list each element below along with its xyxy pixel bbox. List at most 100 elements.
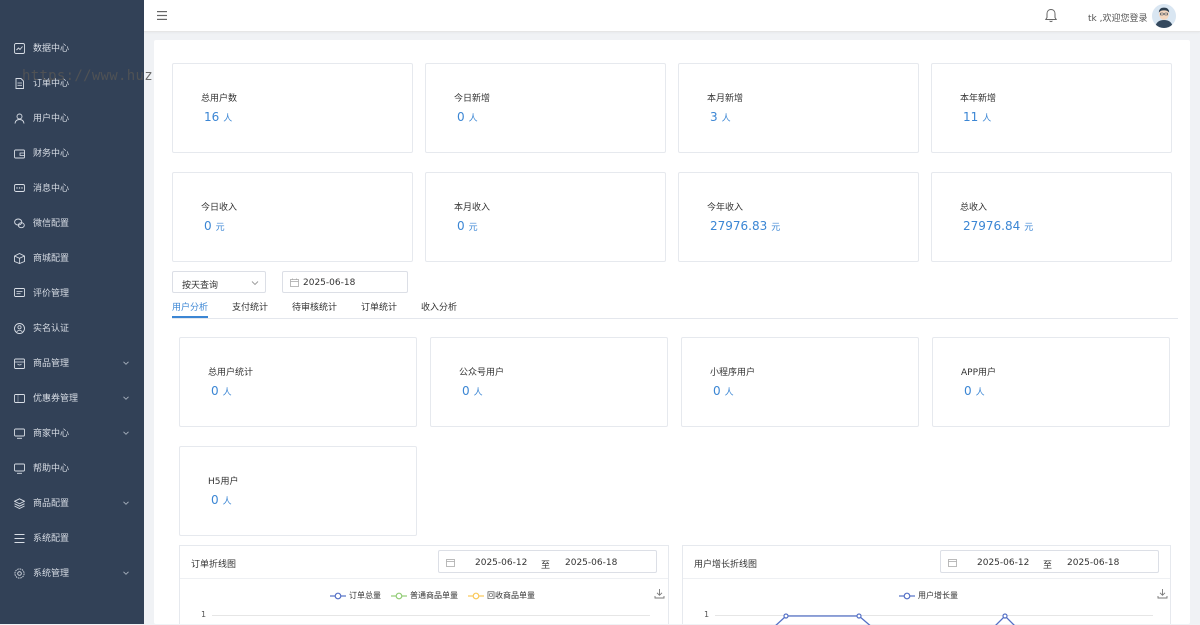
legend-item[interactable]: 用户增长量 (899, 590, 958, 601)
monitor-icon (14, 428, 25, 439)
stat-label: APP用户 (961, 368, 997, 378)
stat-label: 今日收入 (201, 203, 238, 213)
calendar-icon (446, 559, 455, 567)
box-icon (14, 253, 25, 264)
legend-line-marker-icon (899, 592, 915, 599)
avatar[interactable] (1152, 4, 1176, 28)
sidebar-item-label: 商品管理 (33, 359, 70, 369)
stat-label: 小程序用户 (710, 368, 756, 378)
sidebar-item[interactable]: 实名认证 (0, 311, 144, 346)
stat-label: 今年收入 (707, 203, 744, 213)
sidebar-item[interactable]: 微信配置 (0, 206, 144, 241)
stat-card-today-new: 今日新增 0人 (425, 63, 666, 153)
sidebar-item[interactable]: 优惠券管理 (0, 381, 144, 416)
sidebar-item-label: 数据中心 (33, 44, 70, 54)
comment-icon (14, 288, 25, 297)
chart-icon (14, 43, 25, 54)
legend-item[interactable]: 普通商品单量 (391, 590, 458, 601)
sidebar-item-label: 评价管理 (33, 289, 70, 299)
stat-value: 0元 (457, 219, 478, 233)
stat-value: 0人 (211, 384, 232, 398)
sidebar-item[interactable]: 用户中心 (0, 101, 144, 136)
sidebar-item-label: 商城配置 (33, 254, 70, 264)
sidebar-item[interactable]: 评价管理 (0, 276, 144, 311)
sidebar-item[interactable]: 商城配置 (0, 241, 144, 276)
user-icon (14, 113, 25, 124)
order-date-range-picker[interactable]: 2025-06-12 至 2025-06-18 (438, 550, 657, 573)
data-point (1002, 613, 1008, 619)
tab-user-analysis[interactable]: 用户分析 (172, 300, 208, 313)
sidebar-item-label: 商品配置 (33, 499, 70, 509)
top-bar: tk ,欢迎您登录 (144, 0, 1200, 32)
chart-legend: 订单总量 普通商品单量 回收商品单量 (330, 590, 545, 601)
gear-icon (14, 568, 25, 579)
wallet-icon (14, 149, 25, 159)
legend-item[interactable]: 回收商品单量 (468, 590, 535, 601)
range-separator: 至 (1043, 561, 1053, 571)
sidebar-item[interactable]: 商品配置 (0, 486, 144, 521)
user-date-range-picker[interactable]: 2025-06-12 至 2025-06-18 (940, 550, 1159, 573)
stat-card-year-income: 今年收入 27976.83 元 (678, 172, 919, 262)
stat-value: 16 人 (204, 110, 233, 124)
range-start: 2025-06-12 (977, 558, 1030, 568)
chevron-down-icon (123, 571, 129, 575)
sidebar-item[interactable]: 系统管理 (0, 556, 144, 591)
legend-line-marker-icon (468, 592, 484, 599)
stat-card-year-new: 本年新增 11 人 (931, 63, 1172, 153)
range-start: 2025-06-12 (475, 558, 528, 568)
data-point (856, 613, 862, 619)
chevron-down-icon (123, 396, 129, 400)
chevron-down-icon (251, 281, 259, 286)
calendar-icon (948, 559, 957, 567)
sidebar-item-label: 系统配置 (33, 534, 70, 544)
legend-line-marker-icon (330, 592, 346, 599)
range-end: 2025-06-18 (565, 558, 618, 568)
id-icon (14, 323, 25, 334)
query-mode-select[interactable]: 按天查询 (172, 271, 266, 293)
stat-card-total-users: 总用户数 16 人 (172, 63, 413, 153)
help-monitor-icon (14, 463, 25, 474)
message-icon (14, 184, 25, 192)
welcome-text: tk ,欢迎您登录 (1088, 14, 1148, 24)
download-icon[interactable] (1157, 588, 1168, 599)
legend-item[interactable]: 订单总量 (330, 590, 381, 601)
order-line-chart-panel: 订单折线图 2025-06-12 至 2025-06-18 订单总量 普通商品单… (179, 545, 669, 624)
chevron-down-icon (123, 431, 129, 435)
stat-value: 27976.84 元 (963, 219, 1034, 233)
tab-order-stats[interactable]: 订单统计 (361, 300, 397, 313)
query-mode-value: 按天查询 (182, 281, 219, 291)
list-icon (14, 534, 25, 543)
divider (683, 578, 1170, 579)
chart-title: 订单折线图 (191, 560, 237, 570)
bell-icon[interactable] (1044, 8, 1058, 23)
sidebar-item[interactable]: 消息中心 (0, 171, 144, 206)
stat-label: 今日新增 (454, 94, 491, 104)
date-picker[interactable]: 2025-06-18 (282, 271, 408, 293)
user-stat-card-mini-program: 小程序用户 0人 (681, 337, 919, 427)
download-icon[interactable] (654, 588, 665, 599)
sidebar-item[interactable]: 数据中心 (0, 31, 144, 66)
sidebar: 数据中心订单中心 用户中心 财务中心 消息中心 微信配置商城配置评价管理实名认证商品管理… (0, 0, 144, 624)
sidebar-item[interactable]: 财务中心 (0, 136, 144, 171)
stat-value: 0人 (211, 493, 232, 507)
stat-card-month-new: 本月新增 3人 (678, 63, 919, 153)
avatar-face-icon (1152, 4, 1176, 28)
tab-income-analysis[interactable]: 收入分析 (421, 300, 457, 313)
tab-pending-review-stats[interactable]: 待审核统计 (292, 300, 337, 313)
user-stat-card-h5: H5用户 0人 (179, 446, 417, 536)
sidebar-item[interactable]: 商家中心 (0, 416, 144, 451)
stat-value: 0人 (462, 384, 483, 398)
chevron-down-icon (123, 501, 129, 505)
layers-icon (14, 498, 25, 509)
hamburger-menu-icon[interactable] (157, 11, 167, 20)
stat-label: H5用户 (208, 477, 239, 487)
sidebar-item[interactable]: 商品管理 (0, 346, 144, 381)
grid-line (212, 615, 650, 616)
stat-value: 3人 (710, 110, 731, 124)
tab-payment-stats[interactable]: 支付统计 (232, 300, 268, 313)
sidebar-item[interactable]: 订单中心 (0, 66, 144, 101)
sidebar-item[interactable]: 系统配置 (0, 521, 144, 556)
calendar-icon (290, 278, 299, 287)
sidebar-item[interactable]: 帮助中心 (0, 451, 144, 486)
stat-card-total-income: 总收入 27976.84 元 (931, 172, 1172, 262)
